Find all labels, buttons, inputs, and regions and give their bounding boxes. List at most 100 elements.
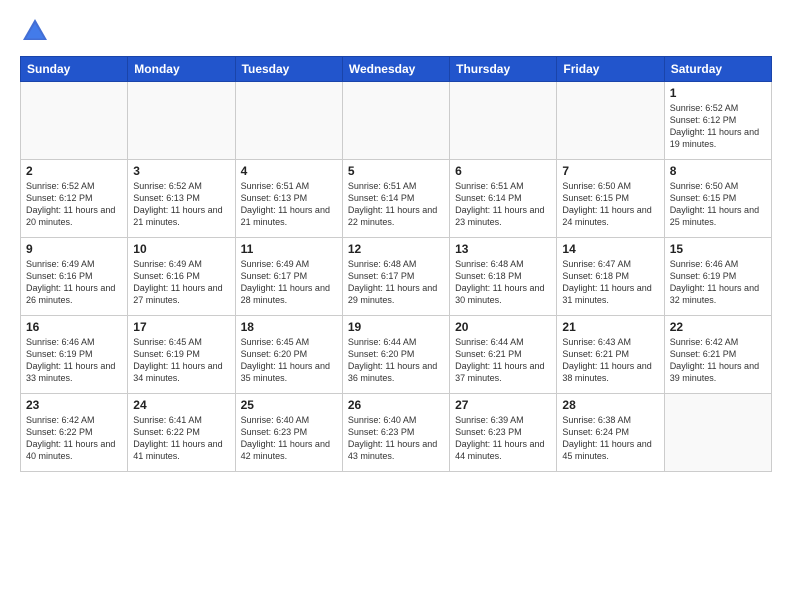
calendar-cell: 7 Sunrise: 6:50 AM Sunset: 6:15 PM Daylig… <box>557 160 664 238</box>
calendar-cell: 20Sunrise: 6:44 AM Sunset: 6:21 PM Dayli… <box>450 316 557 394</box>
calendar-cell: 13 Sunrise: 6:48 AM Sunset: 6:18 PM Dayli… <box>450 238 557 316</box>
calendar-cell: 24Sunrise: 6:41 AM Sunset: 6:22 PM Dayli… <box>128 394 235 472</box>
day-info: Sunrise: 6:51 AM Sunset: 6:13 PM Dayligh… <box>241 180 337 229</box>
calendar-cell: 18 Sunrise: 6:45 AM Sunset: 6:20 PM Dayli… <box>235 316 342 394</box>
calendar-cell: 26 Sunrise: 6:40 AM Sunset: 6:23 PM Dayli… <box>342 394 449 472</box>
day-info: Sunrise: 6:42 AM Sunset: 6:21 PM Dayligh… <box>670 336 766 385</box>
day-number: 11 <box>241 242 337 256</box>
calendar-cell: 8 Sunrise: 6:50 AM Sunset: 6:15 PM Daylig… <box>664 160 771 238</box>
day-number: 13 <box>455 242 551 256</box>
day-info: Sunrise: 6:45 AM Sunset: 6:20 PM Dayligh… <box>241 336 337 385</box>
calendar-cell: 4 Sunrise: 6:51 AM Sunset: 6:13 PM Daylig… <box>235 160 342 238</box>
day-info: Sunrise: 6:42 AM Sunset: 6:22 PM Dayligh… <box>26 414 122 463</box>
logo <box>20 16 54 46</box>
day-number: 22 <box>670 320 766 334</box>
calendar-cell <box>664 394 771 472</box>
page: SundayMondayTuesdayWednesdayThursdayFrid… <box>0 0 792 612</box>
day-number: 20 <box>455 320 551 334</box>
day-info: Sunrise: 6:46 AM Sunset: 6:19 PM Dayligh… <box>670 258 766 307</box>
calendar-week-2: 2 Sunrise: 6:52 AM Sunset: 6:12 PM Daylig… <box>21 160 772 238</box>
day-number: 10 <box>133 242 229 256</box>
weekday-header-saturday: Saturday <box>664 57 771 82</box>
day-info: Sunrise: 6:50 AM Sunset: 6:15 PM Dayligh… <box>670 180 766 229</box>
calendar-cell <box>450 82 557 160</box>
day-info: Sunrise: 6:48 AM Sunset: 6:17 PM Dayligh… <box>348 258 444 307</box>
calendar-week-3: 9 Sunrise: 6:49 AM Sunset: 6:16 PM Daylig… <box>21 238 772 316</box>
day-number: 25 <box>241 398 337 412</box>
day-info: Sunrise: 6:44 AM Sunset: 6:20 PM Dayligh… <box>348 336 444 385</box>
calendar-cell: 21 Sunrise: 6:43 AM Sunset: 6:21 PM Dayli… <box>557 316 664 394</box>
day-info: Sunrise: 6:52 AM Sunset: 6:12 PM Dayligh… <box>670 102 766 151</box>
day-number: 15 <box>670 242 766 256</box>
day-info: Sunrise: 6:39 AM Sunset: 6:23 PM Dayligh… <box>455 414 551 463</box>
day-info: Sunrise: 6:49 AM Sunset: 6:16 PM Dayligh… <box>133 258 229 307</box>
day-number: 12 <box>348 242 444 256</box>
day-number: 7 <box>562 164 658 178</box>
weekday-header-monday: Monday <box>128 57 235 82</box>
day-info: Sunrise: 6:45 AM Sunset: 6:19 PM Dayligh… <box>133 336 229 385</box>
calendar-cell <box>235 82 342 160</box>
calendar-table: SundayMondayTuesdayWednesdayThursdayFrid… <box>20 56 772 472</box>
calendar-cell: 17 Sunrise: 6:45 AM Sunset: 6:19 PM Dayli… <box>128 316 235 394</box>
calendar-cell: 11 Sunrise: 6:49 AM Sunset: 6:17 PM Dayli… <box>235 238 342 316</box>
day-info: Sunrise: 6:51 AM Sunset: 6:14 PM Dayligh… <box>455 180 551 229</box>
weekday-header-row: SundayMondayTuesdayWednesdayThursdayFrid… <box>21 57 772 82</box>
calendar-cell: 2 Sunrise: 6:52 AM Sunset: 6:12 PM Daylig… <box>21 160 128 238</box>
calendar-cell: 1 Sunrise: 6:52 AM Sunset: 6:12 PM Daylig… <box>664 82 771 160</box>
day-number: 28 <box>562 398 658 412</box>
day-number: 4 <box>241 164 337 178</box>
day-number: 9 <box>26 242 122 256</box>
day-number: 8 <box>670 164 766 178</box>
calendar-cell: 28 Sunrise: 6:38 AM Sunset: 6:24 PM Dayli… <box>557 394 664 472</box>
calendar-cell: 5Sunrise: 6:51 AM Sunset: 6:14 PM Daylig… <box>342 160 449 238</box>
logo-icon <box>20 16 50 46</box>
calendar-cell: 10 Sunrise: 6:49 AM Sunset: 6:16 PM Dayli… <box>128 238 235 316</box>
day-number: 16 <box>26 320 122 334</box>
calendar-cell: 23 Sunrise: 6:42 AM Sunset: 6:22 PM Dayli… <box>21 394 128 472</box>
day-info: Sunrise: 6:49 AM Sunset: 6:16 PM Dayligh… <box>26 258 122 307</box>
calendar-cell: 15 Sunrise: 6:46 AM Sunset: 6:19 PM Dayli… <box>664 238 771 316</box>
calendar-cell: 25 Sunrise: 6:40 AM Sunset: 6:23 PM Dayli… <box>235 394 342 472</box>
calendar-cell <box>21 82 128 160</box>
calendar-cell: 19 Sunrise: 6:44 AM Sunset: 6:20 PM Dayli… <box>342 316 449 394</box>
day-info: Sunrise: 6:43 AM Sunset: 6:21 PM Dayligh… <box>562 336 658 385</box>
weekday-header-sunday: Sunday <box>21 57 128 82</box>
calendar-cell: 12 Sunrise: 6:48 AM Sunset: 6:17 PM Dayli… <box>342 238 449 316</box>
day-number: 1 <box>670 86 766 100</box>
day-info: Sunrise: 6:41 AM Sunset: 6:22 PM Dayligh… <box>133 414 229 463</box>
day-info: Sunrise: 6:49 AM Sunset: 6:17 PM Dayligh… <box>241 258 337 307</box>
day-info: Sunrise: 6:46 AM Sunset: 6:19 PM Dayligh… <box>26 336 122 385</box>
day-number: 14 <box>562 242 658 256</box>
day-info: Sunrise: 6:40 AM Sunset: 6:23 PM Dayligh… <box>348 414 444 463</box>
day-number: 19 <box>348 320 444 334</box>
calendar-cell <box>128 82 235 160</box>
day-number: 3 <box>133 164 229 178</box>
day-number: 2 <box>26 164 122 178</box>
calendar-week-1: 1 Sunrise: 6:52 AM Sunset: 6:12 PM Daylig… <box>21 82 772 160</box>
day-number: 6 <box>455 164 551 178</box>
day-number: 23 <box>26 398 122 412</box>
weekday-header-thursday: Thursday <box>450 57 557 82</box>
day-info: Sunrise: 6:50 AM Sunset: 6:15 PM Dayligh… <box>562 180 658 229</box>
day-info: Sunrise: 6:40 AM Sunset: 6:23 PM Dayligh… <box>241 414 337 463</box>
day-number: 26 <box>348 398 444 412</box>
header <box>20 16 772 46</box>
calendar-cell: 3 Sunrise: 6:52 AM Sunset: 6:13 PM Daylig… <box>128 160 235 238</box>
day-number: 5 <box>348 164 444 178</box>
day-number: 21 <box>562 320 658 334</box>
calendar-week-5: 23 Sunrise: 6:42 AM Sunset: 6:22 PM Dayli… <box>21 394 772 472</box>
calendar-week-4: 16 Sunrise: 6:46 AM Sunset: 6:19 PM Dayli… <box>21 316 772 394</box>
day-info: Sunrise: 6:38 AM Sunset: 6:24 PM Dayligh… <box>562 414 658 463</box>
day-info: Sunrise: 6:52 AM Sunset: 6:12 PM Dayligh… <box>26 180 122 229</box>
day-number: 27 <box>455 398 551 412</box>
weekday-header-wednesday: Wednesday <box>342 57 449 82</box>
day-number: 18 <box>241 320 337 334</box>
weekday-header-tuesday: Tuesday <box>235 57 342 82</box>
day-number: 17 <box>133 320 229 334</box>
calendar-cell: 6 Sunrise: 6:51 AM Sunset: 6:14 PM Daylig… <box>450 160 557 238</box>
calendar-cell: 27 Sunrise: 6:39 AM Sunset: 6:23 PM Dayli… <box>450 394 557 472</box>
day-info: Sunrise: 6:48 AM Sunset: 6:18 PM Dayligh… <box>455 258 551 307</box>
calendar-cell: 14Sunrise: 6:47 AM Sunset: 6:18 PM Dayli… <box>557 238 664 316</box>
calendar-cell <box>557 82 664 160</box>
day-info: Sunrise: 6:52 AM Sunset: 6:13 PM Dayligh… <box>133 180 229 229</box>
